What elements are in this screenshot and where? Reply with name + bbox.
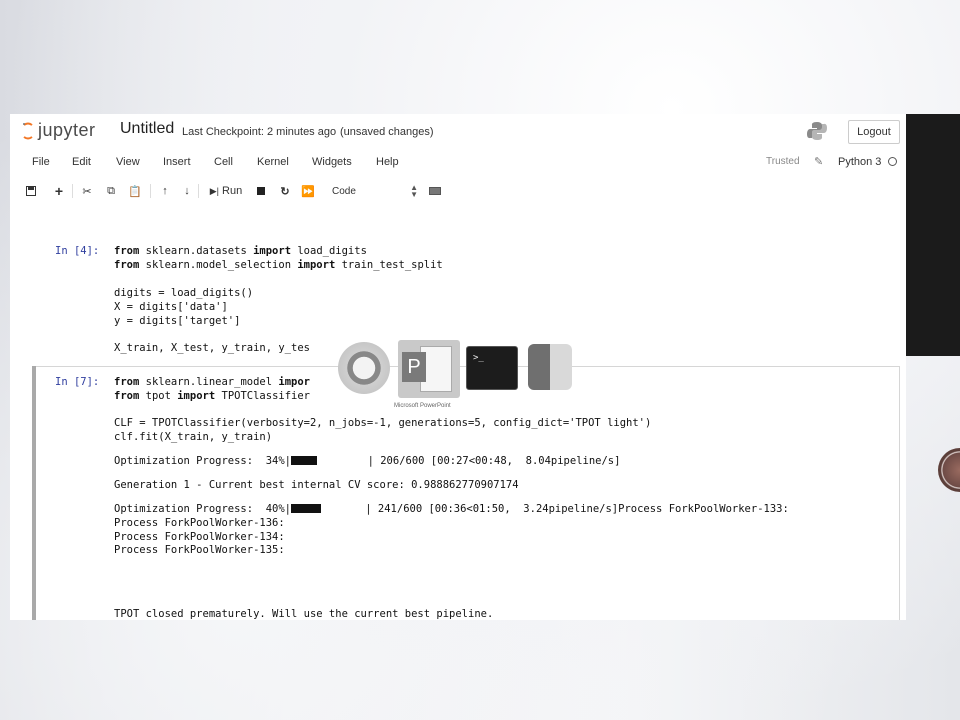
background-window-edge [906, 114, 960, 356]
terminal-app-icon[interactable]: >_ [466, 346, 518, 390]
code-line: y = digits['target'] [114, 315, 241, 327]
move-up-icon[interactable]: ↑ [158, 182, 172, 200]
selected-cell[interactable] [32, 366, 900, 620]
chevron-updown-icon: ▲ ▼ [410, 183, 418, 199]
cut-icon[interactable]: ✂ [80, 182, 94, 200]
move-down-icon[interactable]: ↓ [180, 182, 194, 200]
menu-edit[interactable]: Edit [72, 156, 91, 168]
keyboard-icon[interactable] [428, 182, 442, 200]
toolbar-divider [198, 184, 199, 198]
jupyter-logo-text: jupyter [38, 120, 96, 140]
run-icon: ▶| [209, 185, 220, 196]
jupyter-logo[interactable]: jupyter [22, 120, 96, 141]
progress-bar [291, 504, 322, 513]
progress-line: Optimization Progress: 40%| | 241/600 [0… [114, 503, 789, 515]
code-line: digits = load_digits() [114, 287, 254, 299]
output-line: Process ForkPoolWorker-134: [114, 531, 285, 543]
add-cell-icon[interactable]: + [52, 182, 66, 200]
powerpoint-p-icon: P [402, 352, 426, 382]
logout-button[interactable]: Logout [848, 120, 900, 144]
python-logo-icon [806, 120, 828, 142]
fast-forward-icon[interactable]: ⏩ [300, 182, 316, 200]
progress-line: Optimization Progress: 34%| | 206/600 [0… [114, 455, 620, 467]
code-line: from sklearn.datasets import load_digits [114, 245, 367, 257]
restart-icon[interactable]: ↻ [278, 182, 292, 200]
cell-selection-bar [32, 366, 36, 620]
kernel-idle-icon [888, 157, 897, 166]
cell-type-value: Code [332, 185, 356, 197]
cell-type-select[interactable]: Code ▲ ▼ [328, 182, 422, 200]
menubar: File Edit View Insert Cell Kernel Widget… [10, 152, 906, 172]
finder-app-icon[interactable] [528, 344, 572, 390]
pencil-icon[interactable]: ✎ [814, 155, 823, 168]
notebook-header: jupyter Untitled Last Checkpoint: 2 minu… [10, 114, 906, 148]
toolbar: + ✂ ⧉ 📋 ↑ ↓ ▶| Run ↻ ⏩ Code ▲ ▼ [10, 180, 906, 204]
menu-help[interactable]: Help [376, 156, 399, 168]
progress-bar [291, 456, 318, 465]
menu-cell[interactable]: Cell [214, 156, 233, 168]
powerpoint-app-icon[interactable]: P [398, 340, 460, 398]
output-line: TPOT closed prematurely. Will use the cu… [114, 608, 494, 620]
code-line: X_train, X_test, y_train, y_tes [114, 342, 310, 354]
code-line: from sklearn.model_selection import trai… [114, 259, 443, 271]
code-line: clf.fit(X_train, y_train) [114, 431, 273, 443]
progress-text: Optimization Progress: 34%| [114, 455, 292, 467]
cell-prompt: In [7]: [55, 376, 100, 388]
code-line: from tpot import TPOTClassifier [114, 390, 310, 402]
notebook-name[interactable]: Untitled [120, 120, 174, 138]
menu-insert[interactable]: Insert [163, 156, 191, 168]
progress-stats: | 241/600 [00:36<01:50, 3.24pipeline/s]P… [321, 503, 789, 515]
toolbar-divider [72, 184, 73, 198]
stop-icon[interactable] [254, 182, 268, 200]
output-line: Process ForkPoolWorker-136: [114, 517, 285, 529]
paste-icon[interactable]: 📋 [128, 182, 142, 200]
trusted-indicator[interactable]: Trusted [766, 156, 800, 167]
kernel-name[interactable]: Python 3 [838, 156, 881, 168]
app-switcher-label: Microsoft PowerPoint [394, 403, 451, 409]
run-label: Run [222, 185, 243, 197]
code-line: CLF = TPOTClassifier(verbosity=2, n_jobs… [114, 417, 652, 429]
copy-icon[interactable]: ⧉ [104, 182, 118, 200]
code-line: from sklearn.linear_model impor [114, 376, 310, 388]
menu-view[interactable]: View [116, 156, 140, 168]
cell-prompt: In [4]: [55, 245, 100, 257]
save-icon[interactable] [24, 182, 38, 200]
menu-kernel[interactable]: Kernel [257, 156, 289, 168]
jupyter-logo-icon [22, 122, 34, 140]
generation-line: Generation 1 - Current best internal CV … [114, 479, 519, 491]
progress-stats: | 206/600 [00:27<00:48, 8.04pipeline/s] [317, 455, 621, 467]
toolbar-divider [150, 184, 151, 198]
output-line: Process ForkPoolWorker-135: [114, 544, 285, 556]
chrome-app-icon[interactable] [338, 342, 390, 394]
run-button[interactable]: ▶| Run [204, 182, 248, 200]
unsaved-indicator: (unsaved changes) [340, 126, 434, 138]
code-line: X = digits['data'] [114, 301, 228, 313]
menu-file[interactable]: File [32, 156, 50, 168]
menu-widgets[interactable]: Widgets [312, 156, 352, 168]
checkpoint-status: Last Checkpoint: 2 minutes ago [182, 126, 337, 138]
progress-text: Optimization Progress: 40%| [114, 503, 292, 515]
terminal-prompt-icon: >_ [473, 353, 484, 363]
